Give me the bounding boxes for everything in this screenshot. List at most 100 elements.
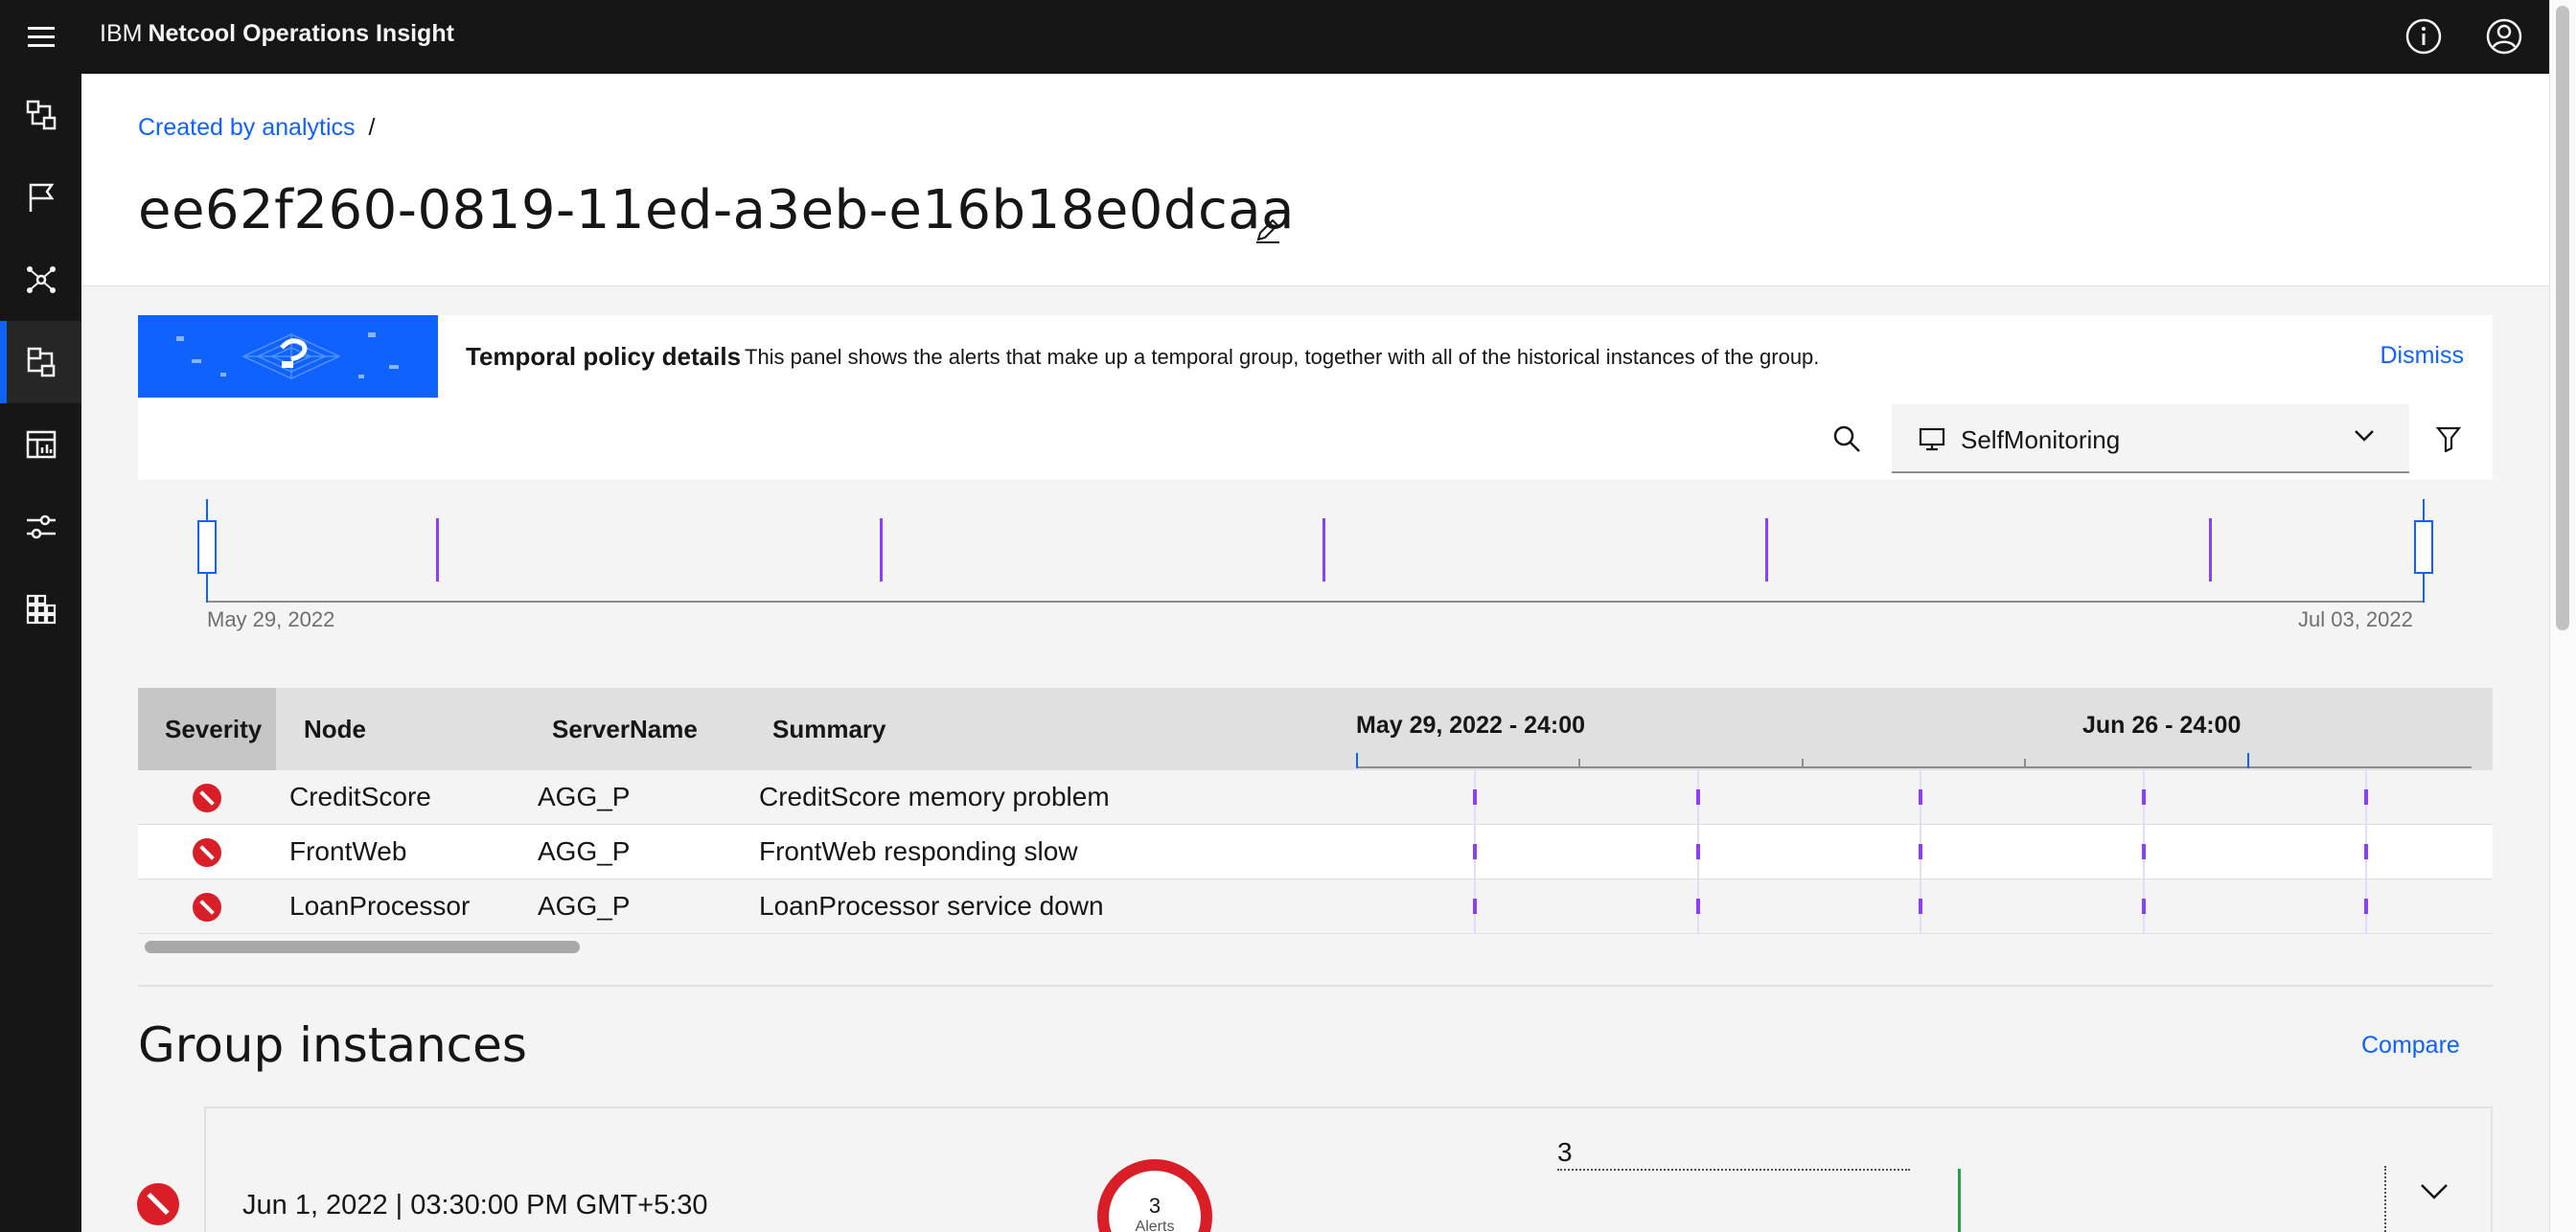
sparkline-value-label: 3: [1557, 1137, 1573, 1167]
cell-server: AGG_P: [538, 782, 631, 811]
info-description: This panel shows the alerts that make up…: [745, 345, 1820, 369]
policies-icon: [27, 347, 55, 377]
timeline-occurrence-marker: [880, 518, 883, 582]
gantt-header-mid: Jun 26 - 24:00: [2082, 712, 2242, 739]
dropdown-value: SelfMonitoring: [1961, 425, 2121, 454]
chevron-down-icon: [2355, 430, 2374, 442]
breadcrumb-separator: /: [368, 114, 376, 141]
gantt-marker: [2364, 844, 2368, 859]
toolbar: SelfMonitoring: [138, 398, 2493, 480]
info-panel: Temporal policy details This panel shows…: [138, 315, 2493, 398]
timeline-occurrence-marker: [1765, 518, 1768, 582]
compare-link[interactable]: Compare: [2361, 1032, 2460, 1060]
column-header-severity[interactable]: Severity: [165, 715, 262, 744]
dashboard-icon: [26, 430, 56, 459]
gantt-marker: [1473, 844, 1477, 859]
gantt-marker: [1473, 899, 1477, 914]
gantt-marker: [2142, 844, 2146, 859]
timeline-range-start-handle[interactable]: [197, 520, 217, 574]
sparkline-bar: [1958, 1169, 1961, 1232]
sparkline-threshold-line: [1557, 1169, 1910, 1171]
cell-server: AGG_P: [538, 891, 631, 921]
timeline-occurrence-marker: [1322, 518, 1325, 582]
table-scrollbar-thumb[interactable]: [145, 941, 580, 953]
gantt-axis-tick: [1802, 759, 1804, 768]
gantt-header-start: May 29, 2022 - 24:00: [1356, 712, 1586, 739]
timeline-start-label: May 29, 2022: [207, 607, 335, 631]
nav-dashboard[interactable]: [0, 403, 81, 486]
cell-node: FrontWeb: [289, 836, 407, 866]
nav-applications[interactable]: [0, 568, 81, 650]
gantt-axis-tick: [2247, 753, 2249, 768]
info-icon[interactable]: [2404, 16, 2444, 57]
critical-severity-icon: [193, 838, 221, 867]
nav-policies[interactable]: [0, 321, 81, 403]
incidents-icon: [26, 100, 56, 130]
gantt-marker: [1696, 899, 1700, 914]
alerts-donut-chart: 3 Alerts: [1097, 1159, 1212, 1232]
gantt-axis-tick: [1578, 759, 1580, 768]
timeline-axis: [206, 601, 2423, 603]
cell-node: CreditScore: [289, 782, 431, 811]
cell-summary: CreditScore memory problem: [759, 782, 1110, 811]
gantt-marker: [1919, 789, 1922, 805]
settings-sliders-icon: [26, 514, 56, 539]
gantt-marker: [2142, 789, 2146, 805]
info-illustration: [138, 315, 438, 398]
instance-date: Jun 1, 2022 | 03:30:00 PM GMT+5:30: [242, 1190, 708, 1221]
menu-icon[interactable]: [25, 21, 58, 54]
search-button[interactable]: [1827, 419, 1867, 459]
instance-critical-severity-icon: [137, 1183, 179, 1225]
monitor-icon: [1919, 427, 1945, 451]
group-instance-card[interactable]: Jun 1, 2022 | 03:30:00 PM GMT+5:30 3 Ale…: [204, 1107, 2493, 1232]
cell-summary: LoanProcessor service down: [759, 891, 1104, 921]
gantt-marker: [1919, 899, 1922, 914]
expand-chevron-icon[interactable]: [2420, 1183, 2449, 1200]
donut-alert-count: 3: [1148, 1194, 1162, 1218]
app-brand: IBM: [100, 20, 143, 47]
nav-incidents[interactable]: [0, 74, 81, 156]
timeline-range-end-handle[interactable]: [2414, 520, 2433, 574]
alerts-gantt: May 29, 2022 - 24:00 Jun 26 - 24:00: [1315, 688, 2493, 937]
breadcrumb: Created by analytics /: [138, 114, 375, 142]
filter-button[interactable]: [2428, 419, 2469, 459]
gantt-axis: [1356, 766, 2472, 768]
edit-title-icon[interactable]: [1253, 215, 1283, 245]
gantt-marker: [2364, 899, 2368, 914]
page-scrollbar[interactable]: [2549, 0, 2576, 1232]
alerts-table: Severity Node ServerName Summary CreditS…: [138, 688, 2493, 956]
timeline-occurrence-marker: [2209, 518, 2212, 582]
gantt-marker: [2142, 899, 2146, 914]
datasource-dropdown[interactable]: SelfMonitoring: [1892, 404, 2409, 473]
critical-severity-icon: [193, 784, 221, 812]
info-heading: Temporal policy details: [466, 342, 742, 371]
app-product-name: Netcool Operations Insight: [148, 20, 454, 47]
column-header-node[interactable]: Node: [304, 715, 366, 744]
top-header: IBM Netcool Operations Insight: [0, 0, 2549, 74]
side-nav: [0, 74, 81, 1232]
breadcrumb-link[interactable]: Created by analytics: [138, 114, 356, 141]
topology-icon: [26, 266, 56, 293]
cell-server: AGG_P: [538, 836, 631, 866]
timeline-overview: May 29, 2022 Jul 03, 2022: [138, 480, 2493, 643]
gantt-axis-tick: [2024, 759, 2026, 768]
applications-icon: [26, 594, 56, 625]
dismiss-link[interactable]: Dismiss: [2380, 342, 2465, 370]
timeline-occurrence-marker: [436, 518, 439, 582]
donut-alert-label: Alerts: [1135, 1219, 1175, 1232]
critical-severity-icon: [193, 893, 221, 922]
user-avatar-icon[interactable]: [2484, 16, 2524, 57]
gantt-marker: [1696, 844, 1700, 859]
table-horizontal-scrollbar[interactable]: [138, 937, 1315, 954]
nav-topology[interactable]: [0, 239, 81, 321]
nav-settings[interactable]: [0, 486, 81, 568]
page-scrollbar-thumb[interactable]: [2556, 6, 2569, 630]
gantt-marker: [1919, 844, 1922, 859]
gantt-axis-tick: [1356, 753, 1358, 768]
column-header-summary[interactable]: Summary: [772, 715, 886, 744]
gantt-marker: [2364, 789, 2368, 805]
group-instances-title: Group instances: [138, 1017, 527, 1073]
nav-flags[interactable]: [0, 156, 81, 239]
timeline-end-label: Jul 03, 2022: [2298, 607, 2413, 631]
column-header-servername[interactable]: ServerName: [552, 715, 698, 744]
